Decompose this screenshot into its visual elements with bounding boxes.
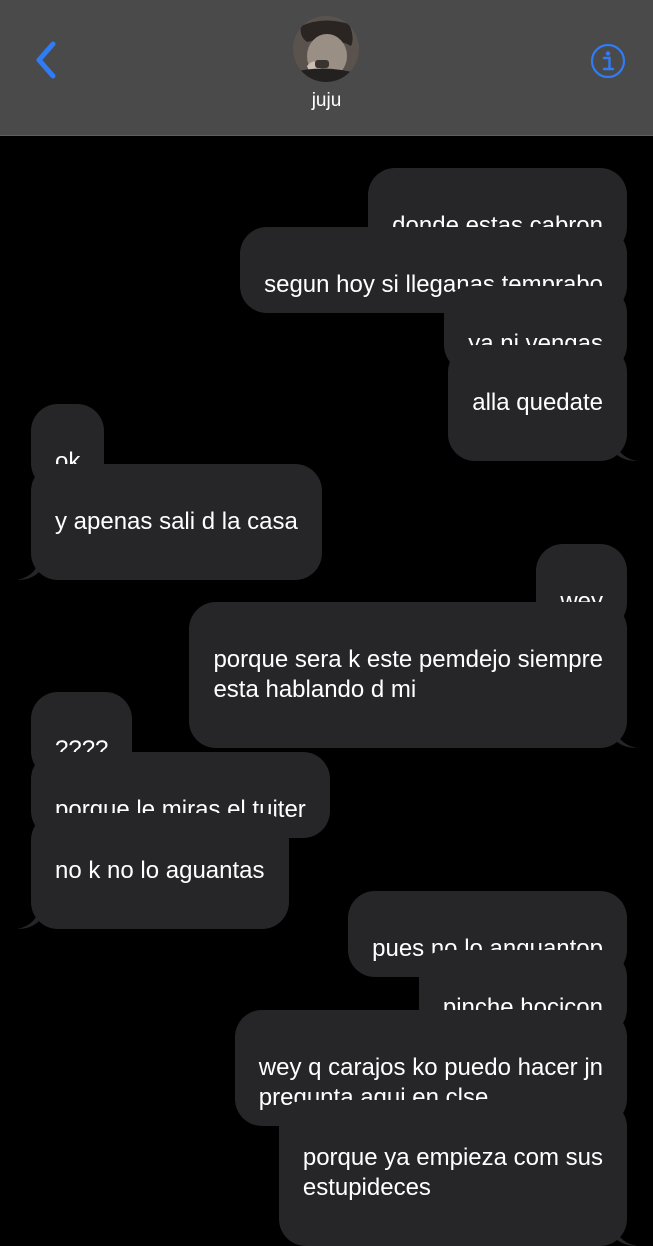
contact-name[interactable]: juju xyxy=(0,90,653,112)
back-button[interactable] xyxy=(28,38,64,82)
chevron-left-icon xyxy=(36,41,56,79)
message-text: y apenas sali d la casa xyxy=(55,508,298,535)
message-text: no k no lo aguantas xyxy=(55,857,265,884)
message-text: alla quedate xyxy=(472,389,603,416)
conversation-header: juju xyxy=(0,0,653,136)
info-icon xyxy=(590,43,626,79)
info-button[interactable] xyxy=(590,43,626,79)
bubble-tail xyxy=(615,726,637,748)
avatar-photo xyxy=(293,16,359,82)
bubble-tail xyxy=(615,1224,637,1246)
message-bubble-outgoing[interactable]: porque sera k este pemdejo siempre esta … xyxy=(189,602,637,748)
message-bubble-outgoing[interactable]: porque ya empieza com sus estupideces xyxy=(278,1100,637,1246)
message-bubble-incoming[interactable]: no k no lo aguantas xyxy=(17,813,289,929)
message-text: porque sera k este pemdejo siempre esta … xyxy=(213,646,603,703)
message-text: porque ya empieza com sus estupideces xyxy=(302,1144,603,1201)
contact-avatar[interactable] xyxy=(293,16,359,82)
bubble-tail xyxy=(615,439,637,461)
bubble-tail xyxy=(17,907,39,929)
bubble-tail xyxy=(17,558,39,580)
message-bubble-outgoing[interactable]: alla quedate xyxy=(448,345,637,461)
message-bubble-incoming[interactable]: y apenas sali d la casa xyxy=(17,464,322,580)
